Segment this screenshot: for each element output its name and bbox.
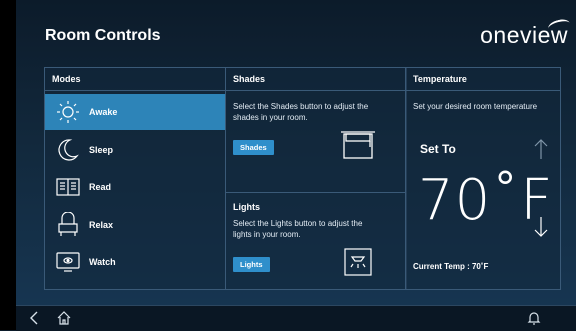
set-to-label: Set To xyxy=(420,142,456,156)
moon-icon xyxy=(55,137,81,163)
temp-down-arrow-icon[interactable] xyxy=(534,216,548,238)
mode-read[interactable]: Read xyxy=(45,169,225,205)
screen-bezel xyxy=(0,0,16,330)
temp-up-arrow-icon[interactable] xyxy=(534,138,548,160)
mode-sleep-label: Sleep xyxy=(89,145,114,155)
shades-button[interactable]: Shades xyxy=(233,140,274,155)
mode-watch[interactable]: Watch xyxy=(45,244,225,280)
temperature-title: Temperature xyxy=(406,68,560,91)
mode-awake[interactable]: Awake xyxy=(45,94,225,130)
modes-panel: Modes Awake Sleep Read Relax Watch xyxy=(44,67,226,290)
mode-sleep[interactable]: Sleep xyxy=(45,132,225,168)
shades-lights-panel: Shades Select the Shades button to adjus… xyxy=(225,67,407,290)
panel-divider xyxy=(226,192,406,193)
lights-description: Select the Lights button to adjust the l… xyxy=(233,219,363,239)
mode-read-label: Read xyxy=(89,182,112,192)
lights-title: Lights xyxy=(233,202,260,212)
back-icon[interactable] xyxy=(26,310,42,326)
mode-relax-label: Relax xyxy=(89,220,114,230)
book-icon xyxy=(55,174,81,200)
ceiling-light-icon xyxy=(344,248,372,281)
lights-button[interactable]: Lights xyxy=(233,257,270,272)
modes-title: Modes xyxy=(45,68,225,91)
room-controls-app: Room Controls oneview Modes Awake Sleep … xyxy=(16,0,576,331)
mode-watch-label: Watch xyxy=(89,257,116,267)
temperature-panel: Temperature Set your desired room temper… xyxy=(405,67,561,290)
temperature-description: Set your desired room temperature xyxy=(413,102,538,111)
current-temp-label: Current Temp : 70˚F xyxy=(413,262,489,271)
page-title: Room Controls xyxy=(45,27,161,44)
chair-icon xyxy=(55,212,81,238)
shades-description: Select the Shades button to adjust the s… xyxy=(233,102,369,122)
bell-icon[interactable] xyxy=(526,310,542,326)
tv-icon xyxy=(55,249,81,275)
shades-title: Shades xyxy=(226,68,406,91)
oneview-logo: oneview xyxy=(480,17,572,49)
window-shade-icon xyxy=(340,130,376,165)
mode-awake-label: Awake xyxy=(89,107,118,117)
mode-relax[interactable]: Relax xyxy=(45,207,225,243)
bottom-nav-bar xyxy=(16,305,576,331)
home-icon[interactable] xyxy=(56,310,72,326)
sun-icon xyxy=(55,99,81,125)
